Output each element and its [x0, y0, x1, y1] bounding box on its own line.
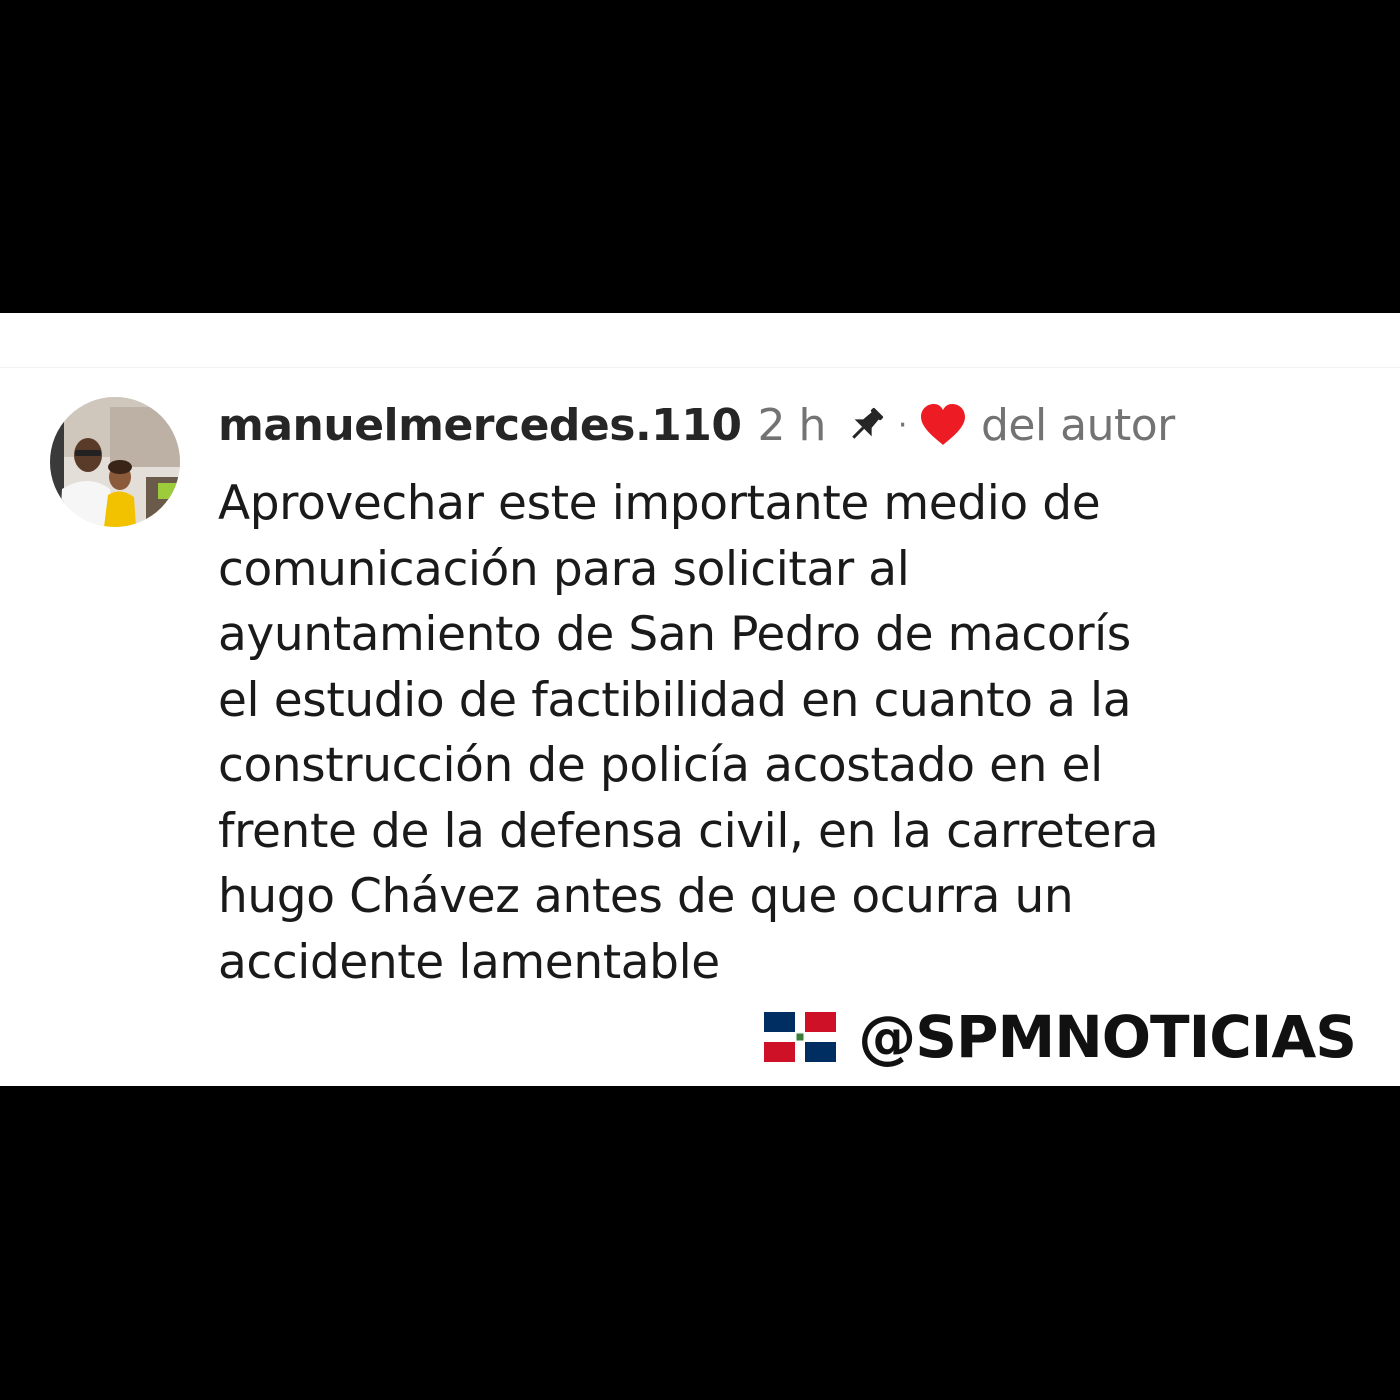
- dominican-republic-flag-icon: [764, 1012, 837, 1062]
- liked-by-author-label: del autor: [980, 399, 1175, 451]
- comment-line: accidente lamentable: [218, 934, 720, 990]
- heart-icon: [919, 403, 967, 447]
- watermark: @SPMNOTICIAS: [764, 1003, 1357, 1071]
- comment-text: Aprovechar este importante medio de comu…: [218, 471, 1338, 995]
- comment-header: manuelmercedes.110 2 h · del autor: [218, 393, 1175, 457]
- timestamp: 2 h: [757, 399, 827, 451]
- comment-panel: manuelmercedes.110 2 h · del autor Aprov…: [0, 313, 1400, 1086]
- divider: [0, 367, 1400, 368]
- comment-line: construcción de policía acostado en el: [218, 738, 1103, 793]
- username-link[interactable]: manuelmercedes.110: [218, 400, 742, 451]
- avatar[interactable]: [50, 397, 180, 527]
- watermark-handle: @SPMNOTICIAS: [858, 1003, 1357, 1071]
- comment-line: hugo Chávez antes de que ocurra un: [218, 869, 1074, 924]
- separator-dot: ·: [897, 407, 908, 443]
- user-photo-avatar-icon: [50, 397, 180, 527]
- comment-line: comunicación para solicitar al: [218, 541, 910, 597]
- comment-line: Aprovechar este importante medio de: [218, 476, 1101, 531]
- comment-line: frente de la defensa civil, en la carret…: [218, 803, 1159, 859]
- screenshot-frame: manuelmercedes.110 2 h · del autor Aprov…: [0, 0, 1400, 1400]
- pushpin-icon: [844, 403, 888, 447]
- comment-line: ayuntamiento de San Pedro de macorís: [218, 607, 1131, 662]
- comment-line: el estudio de factibilidad en cuanto a l…: [218, 672, 1132, 728]
